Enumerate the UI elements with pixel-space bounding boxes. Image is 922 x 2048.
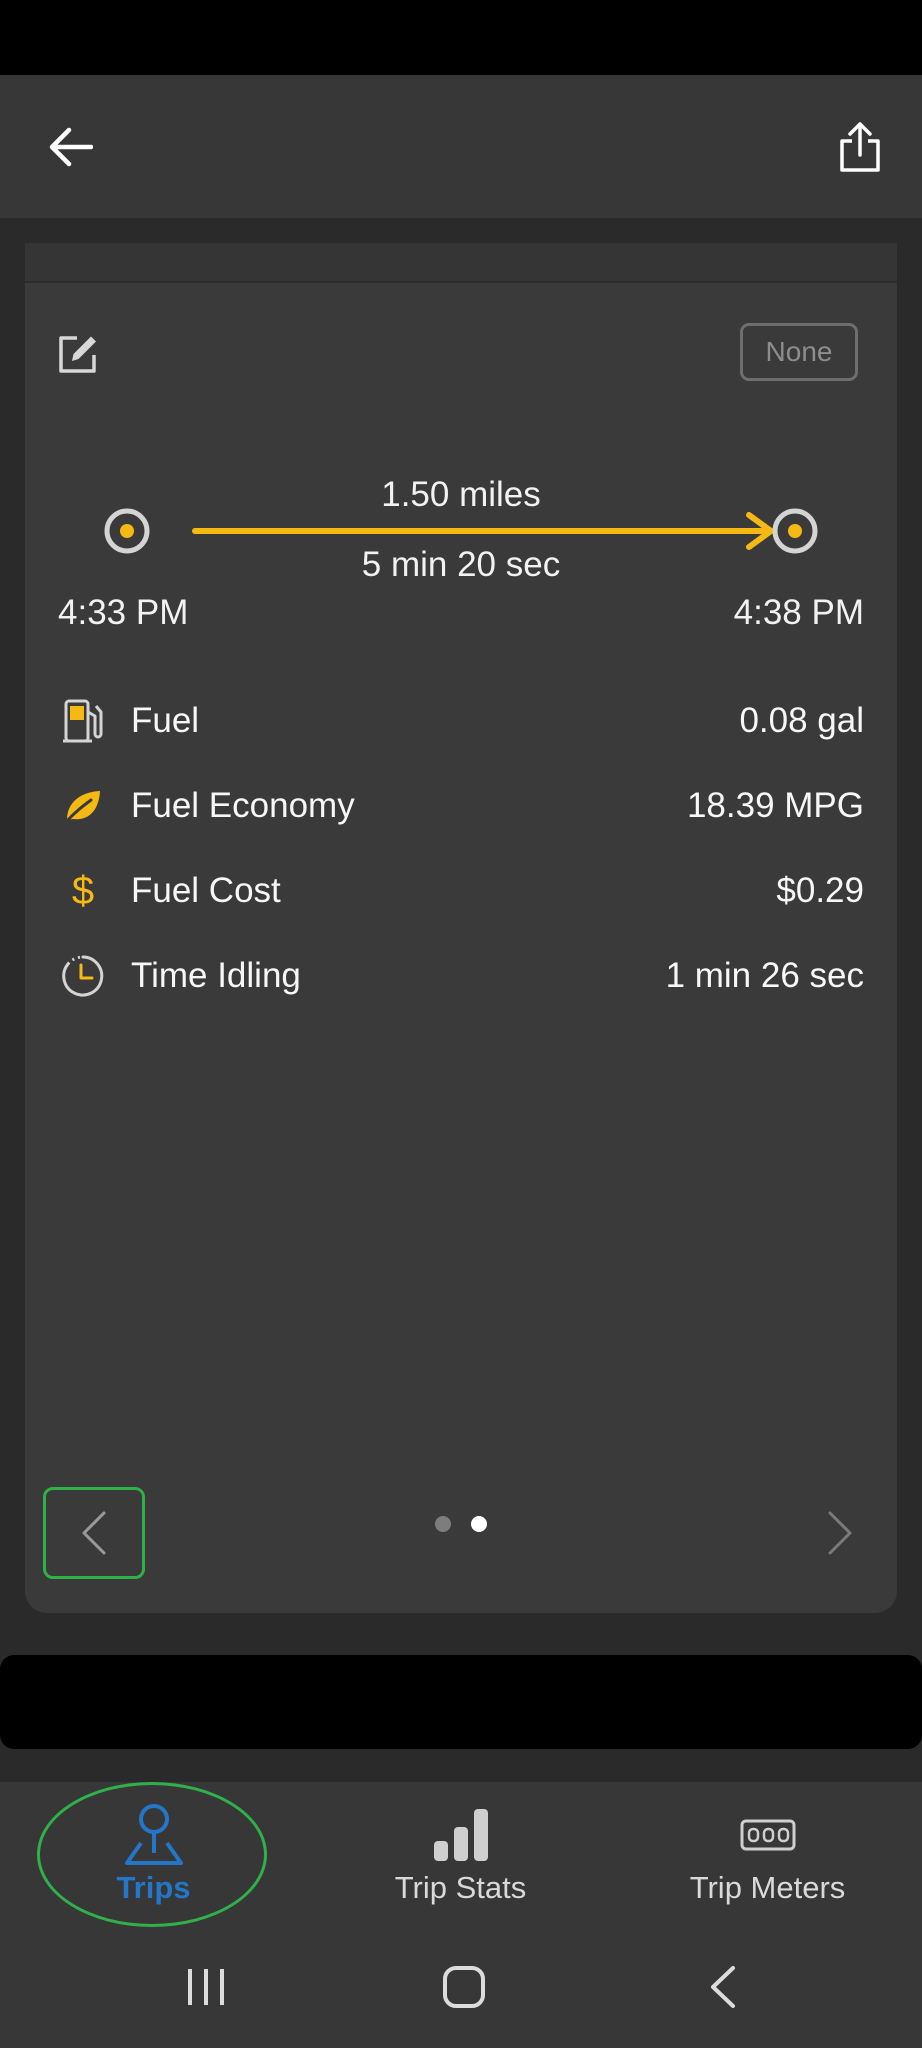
trip-card: None 1.50 miles 5 min 20 sec 4:33 PM 4:3… [25, 243, 897, 1613]
stat-row-fuel-economy: Fuel Economy 18.39 MPG [25, 776, 897, 836]
stat-row-fuel: Fuel 0.08 gal [25, 691, 897, 751]
next-page-button[interactable] [800, 1487, 880, 1579]
page-dot-active[interactable] [471, 1516, 487, 1532]
home-icon [443, 1966, 485, 2008]
nav-tab-trip-meters[interactable]: Trip Meters [614, 1782, 921, 1932]
share-icon [840, 122, 880, 172]
app-bar [0, 75, 922, 218]
chevron-right-icon [828, 1511, 852, 1555]
recents-icon [188, 1969, 224, 2005]
share-button[interactable] [820, 111, 900, 183]
trip-distance: 1.50 miles [381, 475, 541, 514]
arrow-left-icon [49, 127, 93, 167]
page-indicator [25, 1509, 897, 1539]
recents-button[interactable] [156, 1952, 256, 2022]
ad-banner[interactable] [0, 1655, 922, 1749]
card-header-band [25, 243, 897, 283]
edit-trip-button[interactable] [53, 329, 103, 379]
stat-value: $0.29 [776, 871, 864, 910]
page-dot[interactable] [435, 1516, 451, 1532]
fuel-pump-icon [59, 697, 107, 745]
stat-value: 1 min 26 sec [665, 956, 864, 995]
leaf-icon [59, 782, 107, 830]
dollar-icon: $ [71, 868, 95, 913]
nav-label: Trips [116, 1870, 191, 1905]
clock-icon [59, 952, 107, 1000]
trip-duration: 5 min 20 sec [361, 545, 561, 584]
stat-label: Fuel Economy [131, 786, 355, 825]
trips-pin-icon [0, 1800, 307, 1870]
back-chevron-icon [711, 1966, 735, 2008]
nav-label: Trip Stats [394, 1870, 527, 1905]
system-back-button[interactable] [672, 1952, 772, 2022]
nav-tab-trips[interactable]: Trips [0, 1782, 307, 1932]
back-button[interactable] [30, 111, 110, 183]
stat-value: 18.39 MPG [686, 786, 864, 825]
system-navigation-bar [0, 1932, 922, 2048]
trip-category-button[interactable]: None [740, 323, 858, 381]
trip-start-time: 4:33 PM [58, 593, 189, 632]
nav-label: Trip Meters [689, 1870, 846, 1905]
edit-icon [59, 336, 96, 373]
bar-chart-icon [307, 1800, 614, 1870]
stat-label: Fuel Cost [131, 871, 281, 910]
stat-label: Time Idling [131, 956, 301, 995]
stat-label: Fuel [131, 701, 200, 740]
nav-tab-trip-stats[interactable]: Trip Stats [307, 1782, 614, 1932]
stat-row-time-idling: Time Idling 1 min 26 sec [25, 946, 897, 1006]
odometer-icon [614, 1800, 921, 1870]
trip-end-time: 4:38 PM [733, 593, 864, 632]
stat-value: 0.08 gal [739, 701, 864, 740]
home-button[interactable] [414, 1952, 514, 2022]
stat-row-fuel-cost: $ Fuel Cost $0.29 [25, 861, 897, 921]
status-bar [0, 0, 922, 75]
bottom-navigation: Trips Trip Stats Trip Meters [0, 1782, 922, 1932]
